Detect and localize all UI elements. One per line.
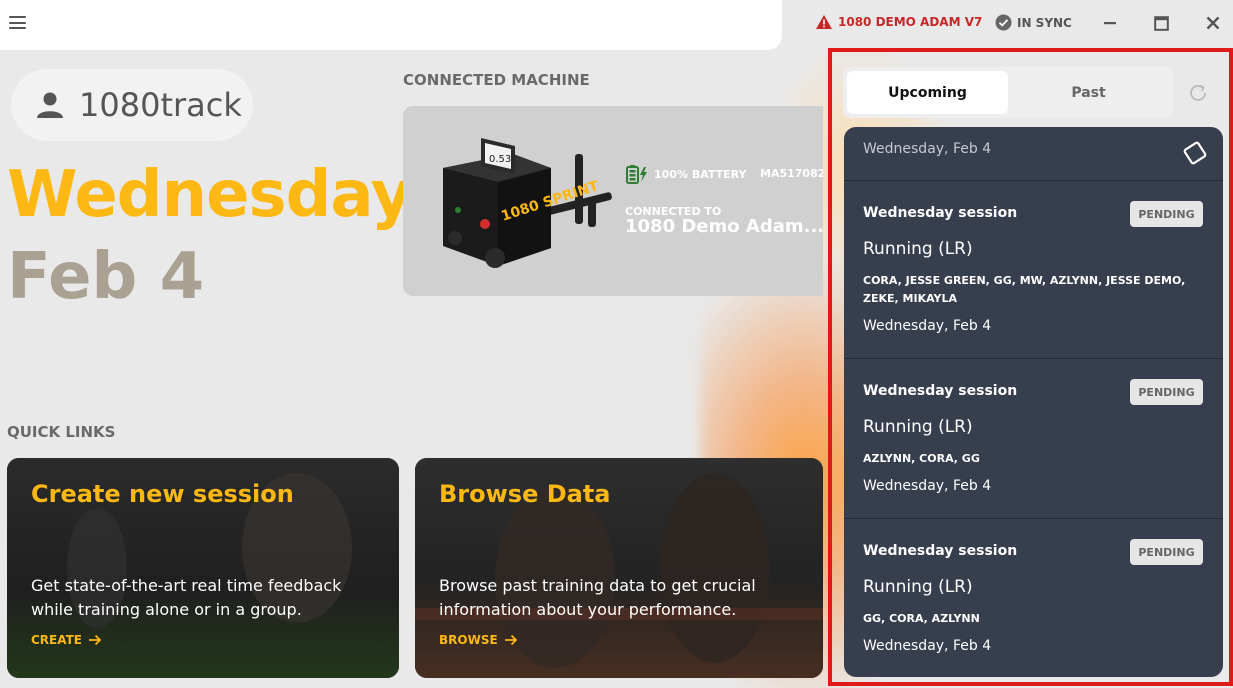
session-title: Wednesday session (863, 543, 1018, 559)
battery-icon (626, 165, 647, 184)
maximize-icon (1153, 15, 1169, 31)
sessions-list-header: Wednesday, Feb 4 (844, 127, 1223, 181)
session-tabs: Upcoming Past (843, 67, 1173, 118)
status-badge: PENDING (1130, 539, 1203, 565)
session-item[interactable]: Wednesday session PENDING Running (LR) G… (844, 519, 1223, 677)
browse-data-title: Browse Data (439, 480, 611, 508)
session-title: Wednesday session (863, 383, 1018, 399)
close-button[interactable] (1202, 12, 1224, 34)
session-type: Running (LR) (863, 577, 973, 597)
machine-serial: MA517082 (760, 167, 823, 180)
window-title-bar: 1080 DEMO ADAM V7 IN SYNC (782, 0, 1233, 46)
sessions-list-date: Wednesday, Feb 4 (863, 141, 992, 157)
machine-image: 0.53 1080 SPRINT (403, 106, 623, 296)
connected-machine-card[interactable]: 0.53 1080 SPRINT 100% BATTERY MA517082 C… (403, 106, 823, 296)
session-users: CORA, JESSE GREEN, GG, MW, AZLYNN, JESSE… (863, 274, 1186, 305)
session-date: Wednesday, Feb 4 (863, 638, 992, 654)
tab-upcoming[interactable]: Upcoming (847, 71, 1008, 114)
connected-machine-label: CONNECTED MACHINE (403, 71, 590, 89)
session-item[interactable]: Wednesday session PENDING Running (LR) C… (844, 181, 1223, 359)
arrow-right-icon (504, 634, 517, 646)
machine-screen-value: 0.53 (489, 154, 511, 165)
user-icon (37, 92, 63, 118)
session-users: GG, CORA, AZLYNN (863, 612, 980, 625)
hero-date: Feb 4 (7, 240, 205, 314)
hamburger-menu-icon[interactable] (9, 16, 26, 29)
connected-machine-name: 1080 Demo Adam... (625, 216, 823, 237)
session-date: Wednesday, Feb 4 (863, 318, 992, 334)
battery-label: 100% BATTERY (654, 167, 747, 181)
top-bar (0, 0, 782, 50)
maximize-button[interactable] (1150, 12, 1172, 34)
sync-label: IN SYNC (1017, 15, 1072, 30)
session-title: Wednesday session (863, 205, 1018, 221)
sync-status: IN SYNC (995, 14, 1072, 31)
profile-name: 1080track (79, 86, 242, 124)
status-badge: PENDING (1130, 379, 1203, 405)
warning-icon (816, 15, 832, 29)
browse-link-label: BROWSE (439, 633, 498, 647)
arrow-right-icon (88, 634, 102, 646)
create-session-card[interactable]: Create new session Get state-of-the-art … (7, 458, 399, 678)
session-users: AZLYNN, CORA, GG (863, 452, 980, 465)
check-circle-icon (995, 14, 1012, 31)
hero-day: Wednesday (7, 158, 412, 232)
session-item[interactable]: Wednesday session PENDING Running (LR) A… (844, 359, 1223, 519)
browse-link[interactable]: BROWSE (439, 633, 518, 647)
device-warning[interactable]: 1080 DEMO ADAM V7 (815, 14, 982, 30)
close-icon (1206, 16, 1220, 30)
minimize-button[interactable] (1099, 12, 1121, 34)
quick-links-label: QUICK LINKS (7, 423, 116, 441)
status-badge: PENDING (1130, 201, 1203, 227)
session-type: Running (LR) (863, 239, 973, 259)
create-link-label: CREATE (31, 633, 82, 647)
create-session-title: Create new session (31, 480, 294, 508)
battery-status: 100% BATTERY (625, 164, 746, 184)
create-link[interactable]: CREATE (31, 633, 102, 647)
session-type: Running (LR) (863, 417, 973, 437)
create-session-description: Get state-of-the-art real time feedback … (31, 576, 342, 619)
device-label: 1080 DEMO ADAM V7 (838, 15, 983, 29)
browse-data-card[interactable]: Browse Data Browse past training data to… (415, 458, 823, 678)
eraser-icon[interactable] (1179, 137, 1211, 169)
browse-data-description: Browse past training data to get crucial… (439, 576, 756, 619)
minimize-icon (1104, 22, 1116, 25)
sessions-list: Wednesday, Feb 4 Wednesday session PENDI… (844, 127, 1223, 677)
tab-past[interactable]: Past (1008, 71, 1169, 114)
refresh-icon[interactable] (1187, 82, 1209, 104)
profile-button[interactable]: 1080track (11, 69, 253, 141)
session-date: Wednesday, Feb 4 (863, 478, 992, 494)
